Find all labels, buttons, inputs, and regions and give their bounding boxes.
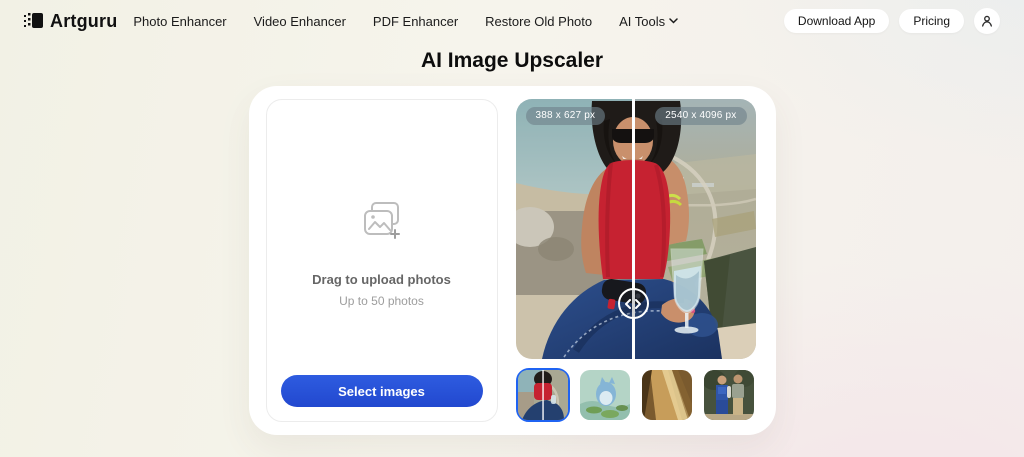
select-images-button[interactable]: Select images bbox=[280, 375, 483, 407]
brand-name: Artguru bbox=[50, 10, 118, 31]
thumbnail-sepia-artwork-image bbox=[641, 370, 692, 420]
artguru-logo-icon bbox=[24, 11, 44, 31]
add-photos-icon bbox=[359, 200, 405, 242]
nav-restore-old-photo[interactable]: Restore Old Photo bbox=[485, 14, 592, 29]
nav-ai-tools[interactable]: AI Tools bbox=[619, 14, 678, 29]
thumbnail-vintage-couple-image bbox=[703, 370, 754, 420]
account-avatar-button[interactable] bbox=[974, 8, 1000, 34]
nav-ai-tools-label: AI Tools bbox=[619, 13, 666, 29]
thumbnail-vintage-couple[interactable] bbox=[702, 368, 756, 422]
thumbnail-anime-creature[interactable] bbox=[578, 368, 632, 422]
chevron-down-icon bbox=[669, 18, 678, 24]
top-nav: Artguru Photo Enhancer Video Enhancer PD… bbox=[0, 0, 1024, 34]
thumbnail-strip bbox=[515, 368, 756, 422]
page-title: AI Image Upscaler bbox=[420, 49, 604, 72]
preview-column: 388 x 627 px 2540 x 4096 px bbox=[515, 99, 756, 422]
upscaler-card: Drag to upload photos Up to 50 photos Se… bbox=[248, 86, 776, 435]
thumbnail-sepia-artwork[interactable] bbox=[640, 368, 694, 422]
before-after-photo bbox=[515, 99, 756, 359]
comparison-image[interactable]: 388 x 627 px 2540 x 4096 px bbox=[515, 99, 756, 359]
nav-pdf-enhancer[interactable]: PDF Enhancer bbox=[373, 14, 458, 29]
nav-video-enhancer[interactable]: Video Enhancer bbox=[254, 14, 346, 29]
thumbnail-anime-creature-image bbox=[579, 370, 630, 420]
download-app-button[interactable]: Download App bbox=[783, 9, 890, 33]
thumbnail-woman-red-top-image bbox=[517, 370, 568, 420]
comparison-slider-handle[interactable] bbox=[617, 288, 649, 319]
nav-actions: Download App Pricing bbox=[783, 8, 1000, 34]
primary-nav: Photo Enhancer Video Enhancer PDF Enhanc… bbox=[133, 14, 678, 29]
after-size-badge: 2540 x 4096 px bbox=[655, 107, 747, 125]
brand-logo[interactable]: Artguru bbox=[24, 11, 117, 32]
drag-upload-text: Drag to upload photos bbox=[312, 272, 451, 287]
user-icon bbox=[979, 13, 995, 29]
thumbnail-woman-red-top[interactable] bbox=[515, 368, 570, 422]
upload-limit-text: Up to 50 photos bbox=[339, 294, 424, 308]
nav-photo-enhancer[interactable]: Photo Enhancer bbox=[133, 14, 226, 29]
before-size-badge: 388 x 627 px bbox=[525, 107, 606, 125]
pricing-button[interactable]: Pricing bbox=[899, 9, 964, 33]
horizontal-drag-arrows-icon bbox=[625, 298, 641, 309]
upload-dropzone[interactable]: Drag to upload photos Up to 50 photos Se… bbox=[265, 99, 498, 422]
